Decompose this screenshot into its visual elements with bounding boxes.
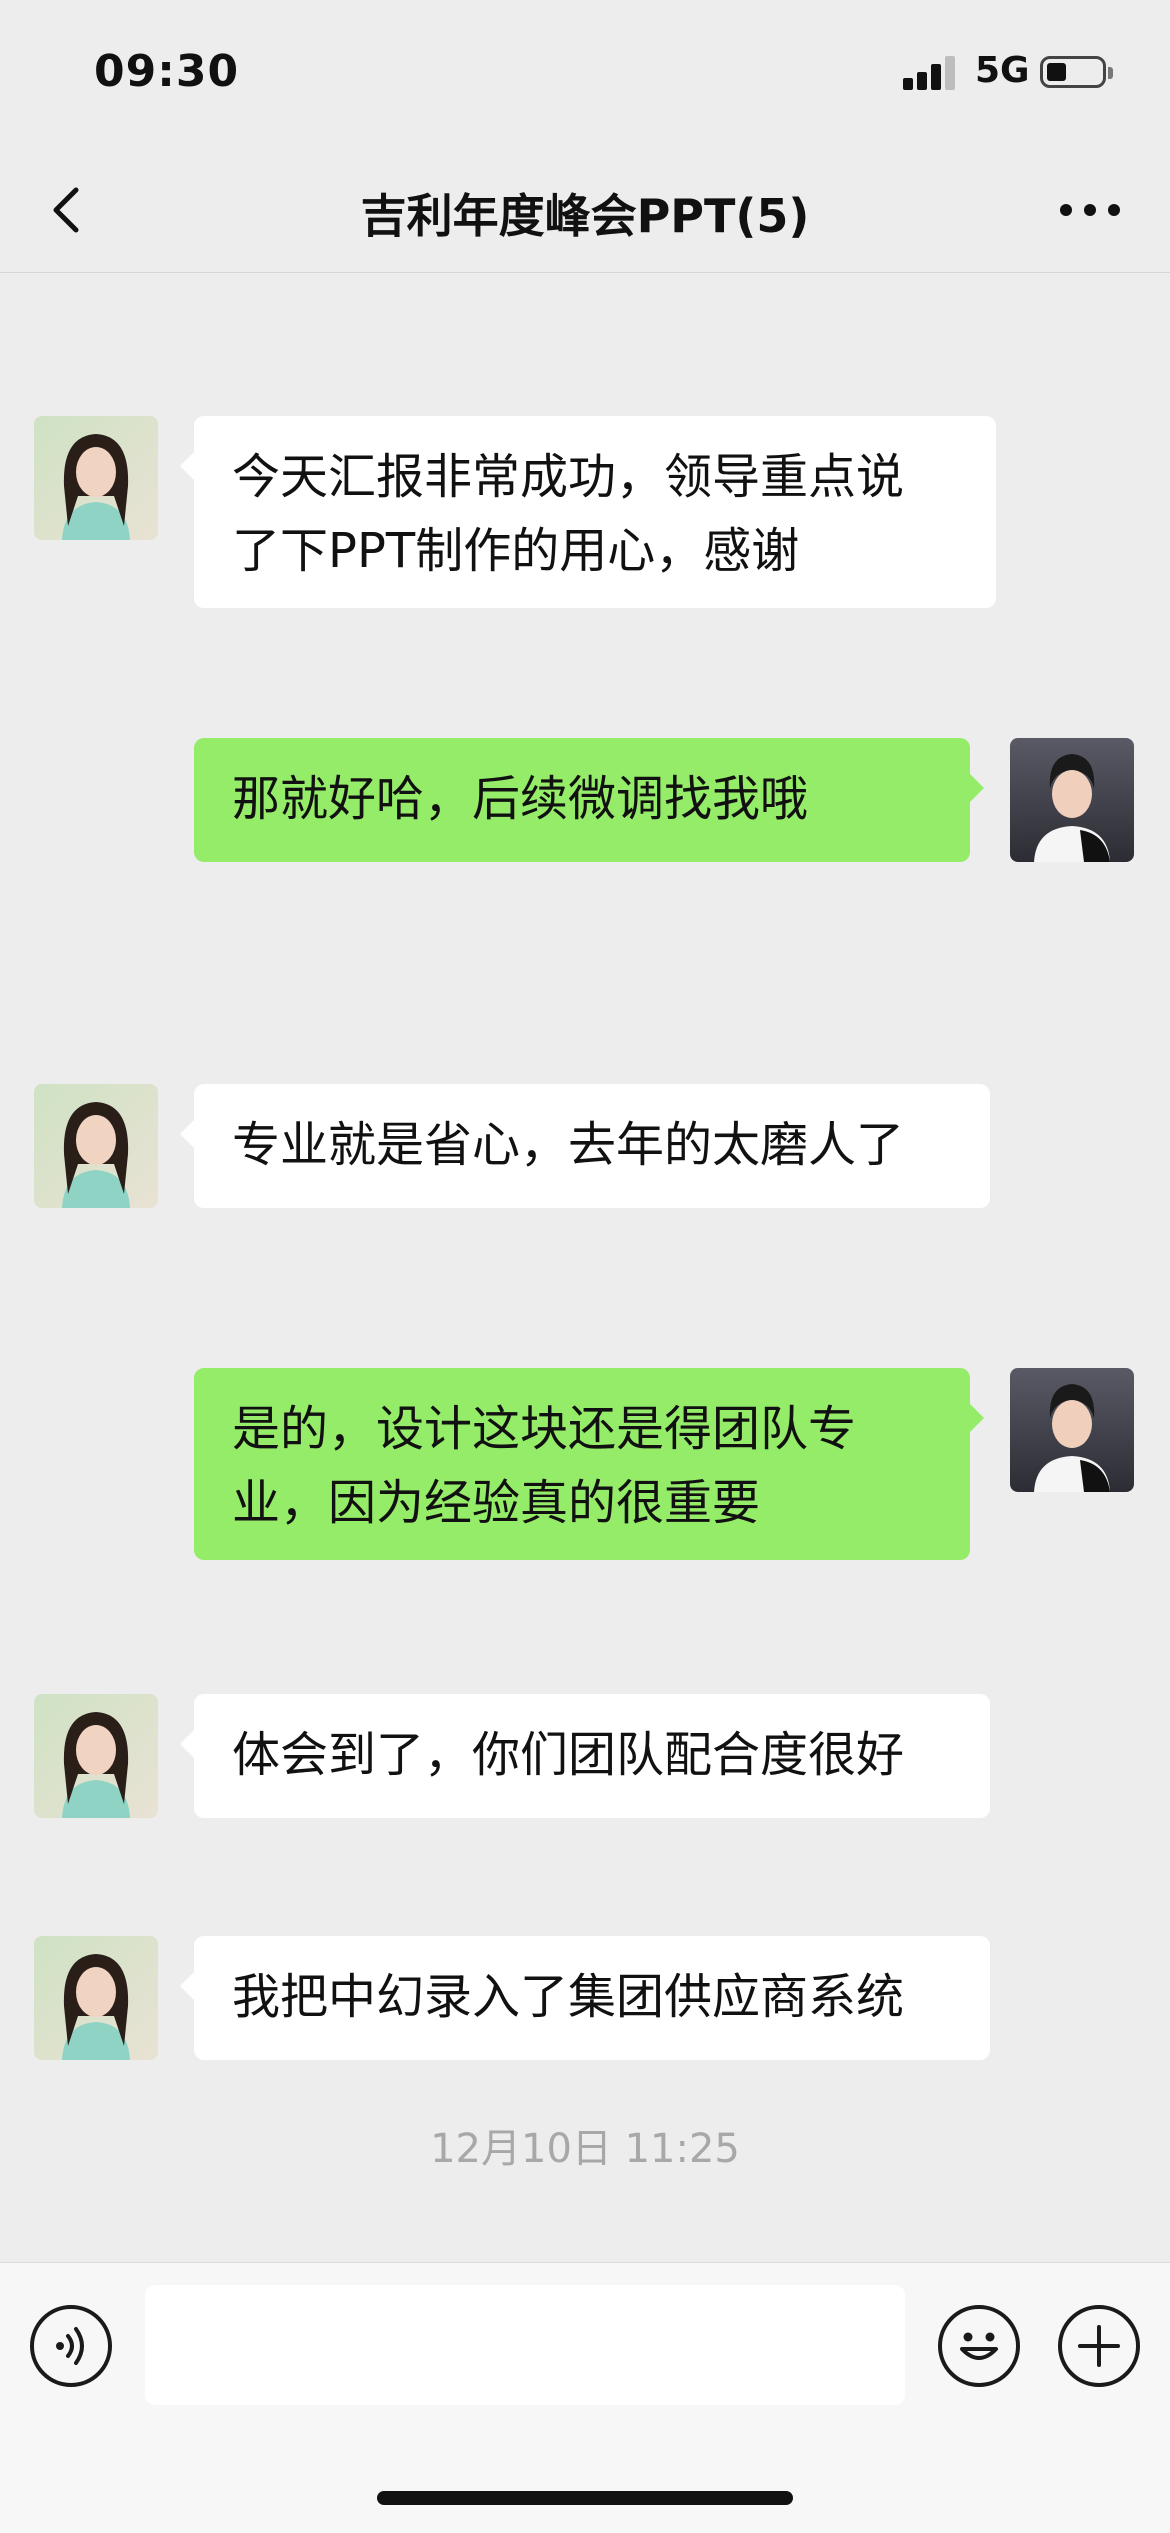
status-bar: 09:30 5G [0,0,1170,150]
chat-header: 吉利年度峰会PPT(5) [0,150,1170,273]
message-text: 那就好哈，后续微调找我哦 [232,771,809,827]
message-bubble-received[interactable]: 我把中幻录入了集团供应商系统 [180,1936,990,2060]
emoji-icon [960,2332,998,2360]
battery-icon [1040,56,1113,88]
plus-icon [1078,2325,1120,2367]
network-label: 5G [975,50,1030,91]
user-avatar[interactable] [1010,1368,1134,1492]
contact-avatar[interactable] [34,1936,158,2060]
message-text: 我把中幻录入了集团供应商系统 [232,1969,905,2025]
message-text: 今天汇报非常成功，领导重点说 [232,449,905,505]
message-bubble-sent[interactable]: 是的，设计这块还是得团队专 业，因为经验真的很重要 [194,1368,984,1560]
message-text: 体会到了，你们团队配合度很好 [232,1727,905,1783]
contact-avatar[interactable] [34,416,158,540]
message-bubble-received[interactable]: 专业就是省心，去年的太磨人了 [180,1084,990,1208]
voice-icon [56,2327,84,2365]
voice-button[interactable] [30,2305,112,2387]
home-indicator[interactable] [377,2491,793,2505]
emoji-button[interactable] [938,2305,1020,2387]
message-input[interactable] [145,2285,905,2405]
contact-avatar[interactable] [34,1694,158,1818]
message-bubble-received[interactable]: 今天汇报非常成功，领导重点说 了下PPT制作的用心，感谢 [180,416,996,608]
message-timestamp: 12月10日 11:25 [430,2126,740,2172]
more-dots-icon [1060,204,1120,216]
status-time: 09:30 [94,46,240,97]
chat-title: 吉利年度峰会PPT(5) [360,189,810,243]
more-button[interactable] [1050,180,1130,240]
contact-avatar[interactable] [34,1084,158,1208]
message-bubble-received[interactable]: 体会到了，你们团队配合度很好 [180,1694,990,1818]
signal-icon [903,54,959,90]
message-bubble-sent[interactable]: 那就好哈，后续微调找我哦 [194,738,984,862]
user-avatar[interactable] [1010,738,1134,862]
message-text: 是的，设计这块还是得团队专 [232,1401,857,1457]
message-text: 了下PPT制作的用心，感谢 [232,523,800,579]
message-text: 专业就是省心，去年的太磨人了 [232,1117,905,1173]
add-button[interactable] [1058,2305,1140,2387]
message-text: 业，因为经验真的很重要 [232,1475,761,1531]
